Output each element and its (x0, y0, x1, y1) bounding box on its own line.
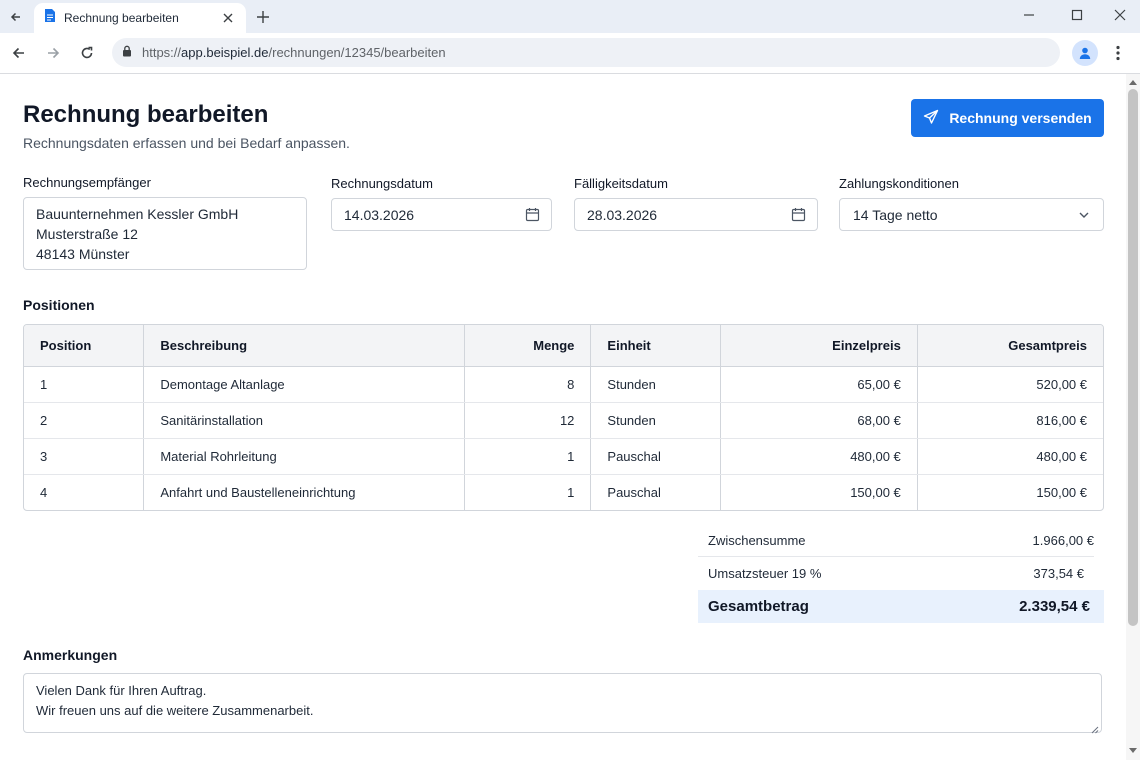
column-header-position: Position (24, 325, 145, 367)
table-row[interactable]: 3 Material Rohrleitung 1 Pauschal 480,00… (24, 438, 1103, 475)
page-scrollbar[interactable] (1126, 74, 1140, 760)
subtotal-label: Zwischensumme (708, 532, 806, 548)
tab-search-back-icon[interactable] (5, 6, 27, 28)
vat-row: Umsatzsteuer 19 % 373,54 € (698, 557, 1104, 590)
browser-chrome: Rechnung bearbeiten https://app.beispiel… (0, 0, 1140, 74)
cell-position: 3 (24, 438, 145, 475)
grand-total-label: Gesamtbetrag (708, 598, 809, 615)
page-subtitle: Rechnungsdaten erfassen und bei Bedarf a… (23, 135, 350, 151)
notes-textarea[interactable]: Vielen Dank für Ihren Auftrag. Wir freue… (23, 673, 1102, 734)
vat-value: 373,54 € (1033, 566, 1084, 581)
scrollbar-thumb[interactable] (1128, 89, 1138, 626)
cell-unit[interactable]: Stunden (590, 366, 722, 403)
invoice-edit-page: Rechnung bearbeiten Rechnungsdaten erfas… (0, 74, 1126, 760)
minimize-icon[interactable] (1012, 4, 1046, 26)
subtotal-row: Zwischensumme 1.966,00 € (698, 524, 1094, 557)
chevron-down-icon (1075, 206, 1093, 224)
cell-quantity[interactable]: 12 (464, 402, 592, 439)
invoice-date-input[interactable]: 14.03.2026 (331, 198, 552, 231)
cell-position: 2 (24, 402, 145, 439)
positions-title: Positionen (23, 297, 95, 313)
table-row[interactable]: 4 Anfahrt und Baustelleneinrichtung 1 Pa… (24, 474, 1103, 510)
recipient-field[interactable]: Bauunternehmen Kessler GmbH Musterstraße… (23, 197, 307, 270)
column-header-unit-price: Einzelpreis (720, 325, 918, 367)
vat-label: Umsatzsteuer 19 % (708, 566, 822, 581)
cell-position: 4 (24, 474, 145, 510)
table-header-row: Position Beschreibung Menge Einheit Einz… (24, 325, 1103, 367)
forward-arrow-icon[interactable] (40, 40, 66, 66)
reload-icon[interactable] (74, 40, 100, 66)
tab-title: Rechnung bearbeiten (64, 11, 179, 25)
tab-bar: Rechnung bearbeiten (0, 0, 1140, 33)
recipient-label: Rechnungsempfänger (23, 175, 151, 190)
lock-icon (122, 44, 132, 62)
recipient-line-city: 48143 Münster (36, 246, 130, 262)
recipient-line-company: Bauunternehmen Kessler GmbH (36, 206, 239, 222)
subtotal-value: 1.966,00 € (1032, 532, 1094, 548)
due-date-label: Fälligkeitsdatum (574, 176, 668, 191)
cell-total-price: 480,00 € (917, 438, 1103, 475)
address-bar[interactable]: https://app.beispiel.de/rechnungen/12345… (112, 38, 1060, 67)
table-row[interactable]: 1 Demontage Altanlage 8 Stunden 65,00 € … (24, 366, 1103, 403)
invoice-date-value: 14.03.2026 (344, 206, 415, 223)
person-icon[interactable] (1072, 40, 1098, 66)
cell-description[interactable]: Material Rohrleitung (143, 438, 465, 475)
close-window-icon[interactable] (1103, 4, 1137, 26)
totals-summary: Zwischensumme 1.966,00 € Umsatzsteuer 19… (698, 524, 1104, 623)
cell-unit[interactable]: Pauschal (590, 474, 722, 510)
column-header-quantity: Menge (464, 325, 592, 367)
column-header-total-price: Gesamtpreis (917, 325, 1103, 367)
close-tab-icon[interactable] (220, 10, 236, 26)
payment-terms-value: 14 Tage netto (853, 206, 938, 223)
document-icon (44, 8, 56, 28)
recipient-line-street: Musterstraße 12 (36, 226, 138, 242)
notes-line-2: Wir freuen uns auf die weitere Zusammena… (36, 703, 314, 718)
grand-total-row: Gesamtbetrag 2.339,54 € (698, 590, 1104, 623)
browser-toolbar: https://app.beispiel.de/rechnungen/12345… (0, 33, 1140, 73)
maximize-icon[interactable] (1060, 4, 1094, 26)
cell-description[interactable]: Demontage Altanlage (143, 366, 465, 403)
paper-plane-icon (923, 109, 939, 128)
cell-position: 1 (24, 366, 145, 403)
cell-description[interactable]: Anfahrt und Baustelleneinrichtung (143, 474, 465, 510)
table-row[interactable]: 2 Sanitärinstallation 12 Stunden 68,00 €… (24, 402, 1103, 439)
cell-unit[interactable]: Pauschal (590, 438, 722, 475)
scroll-up-arrow-icon[interactable] (1129, 80, 1137, 85)
cell-unit[interactable]: Stunden (590, 402, 722, 439)
column-header-description: Beschreibung (143, 325, 465, 367)
cell-unit-price[interactable]: 68,00 € (720, 402, 918, 439)
url-text: https://app.beispiel.de/rechnungen/12345… (142, 45, 446, 60)
cell-quantity[interactable]: 1 (464, 474, 592, 510)
tab-rechnung-bearbeiten[interactable]: Rechnung bearbeiten (34, 3, 246, 33)
notes-line-1: Vielen Dank für Ihren Auftrag. (36, 683, 207, 698)
payment-terms-select[interactable]: 14 Tage netto (839, 198, 1104, 231)
invoice-date-label: Rechnungsdatum (331, 176, 433, 191)
cell-unit-price[interactable]: 480,00 € (720, 438, 918, 475)
back-arrow-icon[interactable] (6, 40, 32, 66)
scroll-down-arrow-icon[interactable] (1129, 748, 1137, 753)
resize-grip-icon[interactable] (1089, 720, 1099, 734)
cell-total-price: 520,00 € (917, 366, 1103, 403)
payment-terms-label: Zahlungskonditionen (839, 176, 959, 191)
new-tab-icon[interactable] (252, 6, 274, 28)
cell-total-price: 150,00 € (1036, 484, 1087, 500)
grand-total-value: 2.339,54 € (1019, 598, 1090, 615)
send-invoice-label: Rechnung versenden (949, 110, 1092, 126)
due-date-value: 28.03.2026 (587, 206, 658, 223)
cell-description[interactable]: Sanitärinstallation (143, 402, 465, 439)
browser-menu-icon[interactable] (1108, 40, 1128, 66)
column-header-unit: Einheit (590, 325, 722, 367)
calendar-icon[interactable] (789, 206, 807, 224)
send-invoice-button[interactable]: Rechnung versenden (911, 99, 1104, 137)
cell-quantity[interactable]: 1 (464, 438, 592, 475)
page-title: Rechnung bearbeiten (23, 101, 269, 128)
cell-total-price: 816,00 € (917, 402, 1103, 439)
cell-unit-price[interactable]: 150,00 € (720, 474, 918, 510)
notes-title: Anmerkungen (23, 647, 118, 663)
calendar-icon[interactable] (523, 206, 541, 224)
positions-table: Position Beschreibung Menge Einheit Einz… (23, 324, 1104, 511)
cell-unit-price[interactable]: 65,00 € (720, 366, 918, 403)
due-date-input[interactable]: 28.03.2026 (574, 198, 818, 231)
cell-quantity[interactable]: 8 (464, 366, 592, 403)
